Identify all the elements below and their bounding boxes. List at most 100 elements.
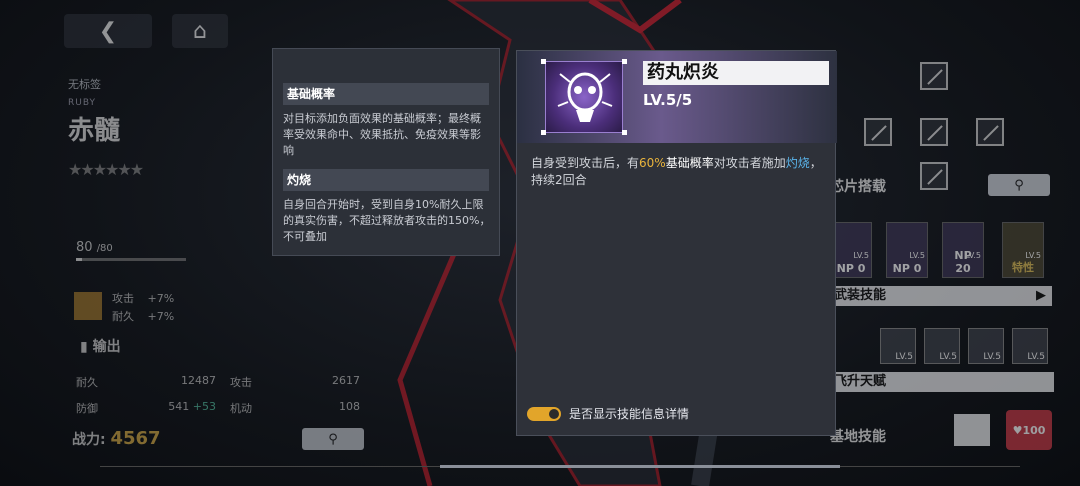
talent-node[interactable]: LV.5 — [880, 328, 916, 364]
bonus-hp: 耐久 +7% — [112, 308, 174, 324]
stat-def: 防御 541 +53 — [76, 400, 216, 416]
heart-icon: ♥ — [1012, 423, 1023, 437]
power-label: 战力: — [72, 432, 106, 448]
affinity-value: 100 — [1022, 423, 1046, 437]
stat-atk-value: 2617 — [332, 374, 360, 387]
tooltip-title-burn: 灼烧 — [283, 169, 489, 191]
level-display: 80 /80 — [76, 240, 113, 255]
chip-slot[interactable] — [864, 118, 892, 146]
exp-bar — [76, 258, 186, 261]
affinity-button[interactable]: ♥ 100 — [1006, 410, 1052, 450]
stat-mob-value: 108 — [339, 400, 360, 413]
keyword-tooltip: 基础概率 对目标添加负面效果的基础概率；最终概率受效果命中、效果抵抗、免疫效果等… — [272, 48, 500, 256]
chip-label: 芯片搭载 — [830, 179, 886, 195]
stat-def-label: 防御 — [76, 402, 98, 415]
home-button[interactable]: ⌂ — [172, 14, 228, 48]
bonus-atk: 攻击 +7% — [112, 290, 174, 306]
skill-card[interactable]: LV.5 NP 0 — [886, 222, 928, 278]
skill-np: NP 20 — [954, 249, 972, 275]
frame-corner — [622, 130, 627, 135]
desc-text: 对攻击者施加 — [713, 156, 786, 170]
detail-toggle-label: 是否显示技能信息详情 — [569, 407, 690, 421]
chip-slot[interactable] — [920, 118, 948, 146]
star-rating: ★★★★★★ — [68, 160, 144, 179]
game-screen: ❮ ⌂ 无标签 RUBY 赤髓 ★★★★★★ 80 /80 攻击 +7% 耐久 … — [0, 0, 1080, 486]
skill-lv: LV.5 — [853, 251, 869, 260]
skill-card[interactable]: LV.5 NP 0 — [830, 222, 872, 278]
combat-power: 战力: 4567 — [72, 428, 161, 449]
level-value: 80 — [76, 240, 93, 255]
output-icon: ▮ — [80, 339, 88, 355]
armed-skills-bar[interactable]: 武装技能 ▶ — [830, 286, 1052, 306]
talent-node[interactable]: LV.5 — [924, 328, 960, 364]
search-icon: ⚲ — [328, 431, 338, 447]
armed-skills-label: 武装技能 — [834, 288, 887, 303]
role-output: ▮ 输出 — [80, 336, 121, 356]
character-tag: 无标签 — [68, 78, 101, 91]
stat-mob: 机动 108 — [230, 400, 360, 416]
talent-node[interactable]: LV.5 — [968, 328, 1004, 364]
bonus-atk-label: 攻击 — [112, 292, 134, 305]
base-skill-icon[interactable] — [954, 414, 990, 446]
frame-corner — [622, 59, 627, 64]
home-icon: ⌂ — [193, 18, 207, 44]
bonus-atk-value: +7% — [147, 292, 175, 305]
character-name: 赤髓 — [68, 116, 121, 146]
bonus-hp-label: 耐久 — [112, 310, 134, 323]
stat-atk-label: 攻击 — [230, 376, 252, 389]
pill-skull-icon — [557, 72, 613, 122]
desc-percent: 60% — [639, 156, 666, 170]
skill-detail-card: 药丸炽炎 LV.5/5 自身受到攻击后，有60%基础概率对攻击者施加灼烧，持续2… — [516, 50, 837, 436]
desc-keyword-base-probability[interactable]: 基础概率 — [666, 156, 714, 170]
talent-lv: LV.5 — [939, 352, 957, 362]
base-skill-label: 基地技能 — [830, 429, 886, 445]
exp-fill — [76, 258, 82, 261]
power-value: 4567 — [110, 428, 161, 449]
frame-corner — [541, 59, 546, 64]
talent-bar[interactable]: 飞升天赋 — [830, 372, 1054, 392]
tooltip-text-burn: 自身回合开始时，受到自身10%耐久上限的真实伤害，不超过释放者攻击的150%，不… — [283, 198, 491, 243]
stat-hp-value: 12487 — [181, 374, 216, 387]
chip-slot[interactable] — [920, 162, 948, 190]
stat-hp: 耐久 12487 — [76, 374, 216, 390]
bonus-hp-value: +7% — [147, 310, 175, 323]
output-label: 输出 — [92, 339, 121, 355]
detail-search-button[interactable]: ⚲ — [302, 428, 364, 450]
skill-icon — [545, 61, 623, 133]
detail-toggle[interactable] — [527, 407, 561, 421]
frame-corner — [541, 130, 546, 135]
stat-mob-label: 机动 — [230, 402, 252, 415]
skill-description: 自身受到攻击后，有60%基础概率对攻击者施加灼烧，持续2回合 — [531, 155, 823, 189]
skill-np: NP 0 — [836, 262, 866, 275]
chip-search-button[interactable]: ⚲ — [988, 174, 1050, 196]
character-code: RUBY — [68, 98, 97, 108]
skill-np: NP 0 — [892, 262, 922, 275]
back-arrow-icon: ❮ — [98, 18, 118, 44]
back-button[interactable]: ❮ — [64, 14, 152, 48]
bonus-grid-icon — [74, 292, 102, 320]
stat-def-values: 541 +53 — [168, 400, 216, 413]
stat-def-bonus: +53 — [192, 400, 216, 413]
chip-slot[interactable] — [920, 62, 948, 90]
skill-lv: LV.5 — [909, 251, 925, 260]
skill-card[interactable]: LV.5 NP 20 — [942, 222, 984, 278]
trait-card[interactable]: LV.5 特性 — [1002, 222, 1044, 278]
scroll-thumb[interactable] — [440, 465, 840, 468]
tooltip-text-base-probability: 对目标添加负面效果的基础概率；最终概率受效果命中、效果抵抗、免疫效果等影响 — [283, 112, 481, 157]
stat-def-value: 541 — [168, 400, 190, 413]
desc-text: 自身受到攻击后，有 — [531, 156, 640, 170]
trait-label: 特性 — [1012, 261, 1034, 274]
chip-slot[interactable] — [976, 118, 1004, 146]
tooltip-title-base-probability: 基础概率 — [283, 83, 489, 105]
talent-lv: LV.5 — [1027, 352, 1045, 362]
stat-hp-label: 耐久 — [76, 376, 98, 389]
talent-lv: LV.5 — [983, 352, 1001, 362]
level-max: /80 — [96, 243, 113, 254]
skill-icon-frame — [541, 59, 627, 135]
search-icon: ⚲ — [1014, 177, 1024, 193]
talent-lv: LV.5 — [895, 352, 913, 362]
talent-node[interactable]: LV.5 — [1012, 328, 1048, 364]
desc-keyword-burn[interactable]: 灼烧 — [786, 156, 810, 170]
skill-level: LV.5/5 — [643, 91, 693, 109]
play-arrow-icon: ▶ — [1036, 288, 1046, 303]
